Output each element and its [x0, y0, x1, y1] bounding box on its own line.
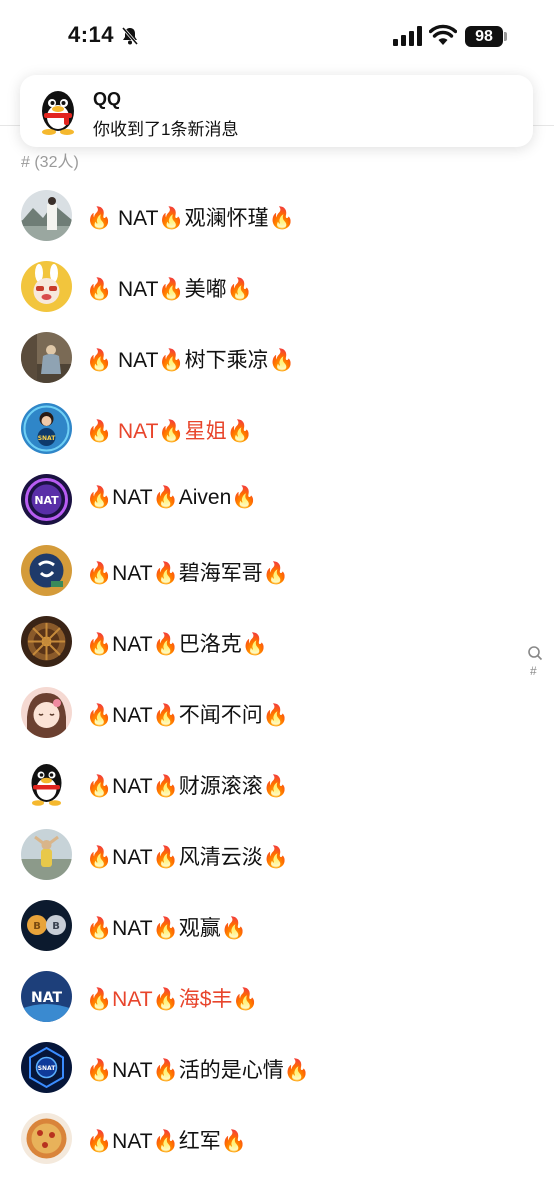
calligraphy-badge-avatar [21, 545, 72, 596]
landscape-person-avatar [21, 190, 72, 241]
member-item[interactable]: 🔥 NAT🔥美嘟🔥 [0, 251, 554, 322]
snat-hexagon-avatar: SNAT [21, 1042, 72, 1093]
member-item[interactable]: 🔥NAT🔥巴洛克🔥 [0, 606, 554, 677]
snat-woman-avatar: SNAT [21, 403, 72, 454]
member-item[interactable]: SNAT 🔥NAT🔥活的是心情🔥 [0, 1032, 554, 1103]
member-item[interactable]: 🔥NAT🔥不闻不问🔥 [0, 677, 554, 748]
member-item[interactable]: 🔥NAT🔥碧海军哥🔥 [0, 535, 554, 606]
status-time: 4:14 [68, 22, 115, 47]
member-item[interactable]: NAT 🔥NAT🔥Aiven🔥 [0, 464, 554, 535]
svg-text:SNAT: SNAT [38, 1065, 57, 1072]
member-item[interactable]: 🔥NAT🔥风清云淡🔥 [0, 819, 554, 890]
notification-body: 你收到了1条新消息 [93, 120, 239, 139]
member-name: 🔥 NAT🔥美嘟🔥 [86, 278, 253, 301]
member-name: 🔥NAT🔥不闻不问🔥 [86, 704, 289, 727]
member-list: 🔥 NAT🔥观澜怀瑾🔥 🔥 NAT🔥美嘟🔥 🔥 NAT🔥树下乘凉🔥 SNAT 🔥… [0, 180, 554, 1174]
member-name: 🔥NAT🔥红军🔥 [86, 1130, 247, 1153]
svg-text:SNAT: SNAT [38, 435, 57, 442]
member-count: # (32人) [21, 154, 79, 171]
beach-person-avatar [21, 829, 72, 880]
golden-wheel-avatar [21, 616, 72, 667]
battery-indicator: 98 [465, 26, 503, 47]
member-item[interactable]: 🔥 NAT🔥观澜怀瑾🔥 [0, 180, 554, 251]
member-item[interactable]: 🔥NAT🔥红军🔥 [0, 1103, 554, 1174]
member-item[interactable]: 🔥NAT🔥财源滚滚🔥 [0, 748, 554, 819]
member-name: 🔥NAT🔥风清云淡🔥 [86, 846, 289, 869]
qq-penguin-avatar [21, 758, 72, 809]
member-item[interactable]: NAT 🔥NAT🔥海$丰🔥 [0, 961, 554, 1032]
member-item[interactable]: SNAT 🔥 NAT🔥星姐🔥 [0, 393, 554, 464]
member-name: 🔥 NAT🔥树下乘凉🔥 [86, 349, 295, 372]
pizza-badge-avatar [21, 1113, 72, 1164]
member-name: 🔥NAT🔥海$丰🔥 [86, 988, 259, 1011]
member-item[interactable]: B B 🔥NAT🔥观赢🔥 [0, 890, 554, 961]
bell-off-icon [121, 27, 139, 45]
status-bar: 4:14 98 [0, 0, 554, 72]
battery-tip [504, 32, 507, 41]
index-search-icon[interactable] [527, 645, 543, 661]
member-item[interactable]: 🔥 NAT🔥树下乘凉🔥 [0, 322, 554, 393]
wifi-icon [429, 24, 457, 45]
cartoon-girl-avatar [21, 687, 72, 738]
svg-text:B: B [33, 921, 41, 932]
notification-title: QQ [93, 89, 122, 109]
bitcoin-coins-avatar: B B [21, 900, 72, 951]
member-name: 🔥NAT🔥活的是心情🔥 [86, 1059, 310, 1082]
member-name: 🔥NAT🔥Aiven🔥 [86, 486, 258, 509]
monk-figure-avatar [21, 332, 72, 383]
nat-neon-logo-avatar: NAT [21, 474, 72, 525]
notification-banner[interactable]: QQ 你收到了1条新消息 [20, 75, 533, 147]
member-name: 🔥 NAT🔥星姐🔥 [86, 420, 253, 443]
svg-text:NAT: NAT [31, 990, 62, 1006]
member-name: 🔥NAT🔥观赢🔥 [86, 917, 247, 940]
nat-logo-avatar: NAT [21, 971, 72, 1022]
svg-text:NAT: NAT [34, 494, 59, 507]
signal-icon [393, 26, 422, 46]
rabbit-cartoon-avatar [21, 261, 72, 312]
member-name: 🔥NAT🔥碧海军哥🔥 [86, 562, 289, 585]
qq-penguin-icon [42, 91, 74, 135]
member-name: 🔥NAT🔥巴洛克🔥 [86, 633, 268, 656]
member-name: 🔥 NAT🔥观澜怀瑾🔥 [86, 207, 295, 230]
index-hash[interactable]: # [530, 664, 537, 678]
member-name: 🔥NAT🔥财源滚滚🔥 [86, 775, 289, 798]
svg-text:B: B [52, 921, 60, 932]
